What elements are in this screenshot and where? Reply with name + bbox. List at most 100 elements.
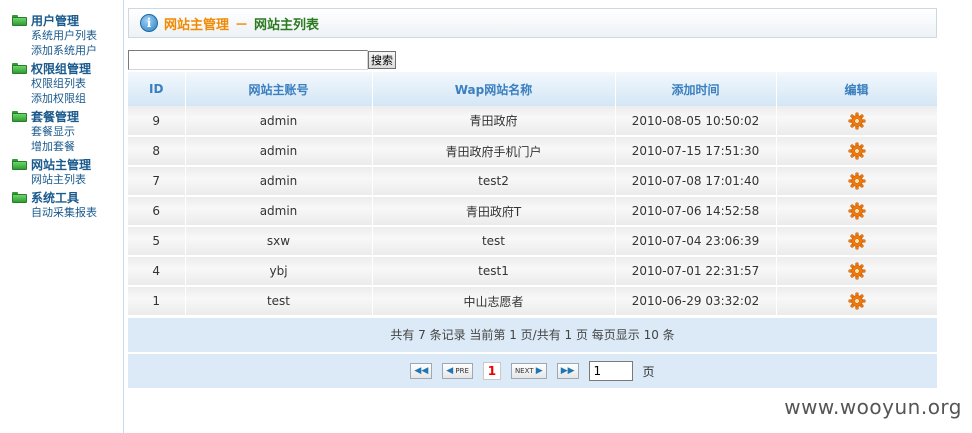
cell-site: 青田政府 [372, 106, 616, 137]
sidebar-item-user-list[interactable]: 系统用户列表 [12, 28, 123, 43]
cell-site: test1 [372, 256, 616, 287]
cell-edit [776, 226, 938, 257]
pagination: ◀◀ ◀ PRE 1 NEXT ▶ ▶▶ 页 [128, 354, 937, 388]
sidebar-group-header[interactable]: 网站主管理 [12, 156, 123, 172]
page-unit-label: 页 [642, 364, 655, 379]
cell-time: 2010-08-05 10:50:02 [615, 106, 777, 137]
watermark: www.wooyun.org [784, 395, 962, 419]
next-label: NEXT [514, 367, 534, 375]
title-bar: i 网站主管理 － 网站主列表 [128, 8, 937, 38]
table-row: 5 sxw test 2010-07-04 23:06:39 [128, 226, 938, 257]
prev-label: PRE [455, 367, 469, 375]
folder-icon [12, 158, 27, 170]
sidebar-group-header[interactable]: 权限组管理 [12, 60, 123, 76]
sidebar-group-title: 权限组管理 [31, 61, 92, 76]
cell-account: ybj [185, 256, 373, 287]
cell-account: test [185, 286, 373, 317]
sidebar-item-add-package[interactable]: 增加套餐 [12, 139, 123, 154]
cell-edit [776, 136, 938, 167]
gear-icon[interactable] [847, 292, 866, 310]
sidebar-group-title: 网站主管理 [31, 157, 92, 172]
double-left-arrow-icon: ◀◀ [414, 365, 429, 376]
table-row: 8 admin 青田政府手机门户 2010-07-15 17:51:30 [128, 136, 938, 167]
webmaster-table: ID 网站主账号 Wap网站名称 添加时间 编辑 9 admin 青田政府 2010-… [128, 72, 938, 317]
cell-time: 2010-07-04 23:06:39 [615, 226, 777, 257]
cell-account: sxw [185, 226, 373, 257]
cell-id: 9 [128, 106, 186, 137]
gear-icon[interactable] [847, 172, 866, 190]
left-arrow-icon: ◀ [446, 365, 454, 376]
sidebar-group-title: 系统工具 [31, 190, 80, 205]
table-row: 4 ybj test1 2010-07-01 22:31:57 [128, 256, 938, 287]
cell-site: 中山志愿者 [372, 286, 616, 317]
gear-icon[interactable] [847, 202, 866, 220]
column-header-edit: 编辑 [776, 72, 938, 106]
gear-icon[interactable] [847, 232, 866, 250]
cell-site: test [372, 226, 616, 257]
next-page-button[interactable]: NEXT ▶ [510, 363, 547, 379]
info-icon: i [140, 14, 158, 32]
sidebar-item-add-permission[interactable]: 添加权限组 [12, 91, 123, 106]
cell-edit [776, 166, 938, 197]
table-row: 9 admin 青田政府 2010-08-05 10:50:02 [128, 106, 938, 137]
search-input[interactable] [128, 50, 368, 70]
cell-site: test2 [372, 166, 616, 197]
sidebar-item-webmaster-list[interactable]: 网站主列表 [12, 172, 123, 187]
folder-icon [12, 62, 27, 74]
cell-id: 7 [128, 166, 186, 197]
page-title: 网站主列表 [254, 17, 320, 33]
sidebar-group-header[interactable]: 用户管理 [12, 12, 123, 28]
folder-icon [12, 191, 27, 203]
last-page-button[interactable]: ▶▶ [556, 363, 579, 379]
first-page-button[interactable]: ◀◀ [410, 363, 433, 379]
sidebar-group-user: 用户管理 系统用户列表 添加系统用户 [0, 12, 123, 58]
gear-icon[interactable] [847, 262, 866, 280]
cell-id: 8 [128, 136, 186, 167]
cell-id: 5 [128, 226, 186, 257]
sidebar-group-webmaster: 网站主管理 网站主列表 [0, 156, 123, 187]
folder-icon [12, 14, 27, 26]
gear-icon[interactable] [847, 142, 866, 160]
column-header-account: 网站主账号 [185, 72, 373, 106]
cell-id: 1 [128, 286, 186, 317]
table-row: 1 test 中山志愿者 2010-06-29 03:32:02 [128, 286, 938, 317]
search-bar: 搜索 [128, 50, 937, 70]
sidebar-item-auto-report[interactable]: 自动采集报表 [12, 205, 123, 220]
search-button[interactable]: 搜索 [368, 51, 396, 69]
prev-page-button[interactable]: ◀ PRE [442, 363, 473, 379]
current-page-number[interactable]: 1 [482, 362, 501, 380]
cell-id: 6 [128, 196, 186, 227]
record-summary: 共有 7 条记录 当前第 1 页/共有 1 页 每页显示 10 条 [128, 318, 937, 352]
cell-time: 2010-07-01 22:31:57 [615, 256, 777, 287]
page-jump-input[interactable] [588, 361, 633, 381]
sidebar-group-title: 用户管理 [31, 13, 80, 28]
cell-account: admin [185, 166, 373, 197]
sidebar-item-permission-list[interactable]: 权限组列表 [12, 76, 123, 91]
cell-site: 青田政府T [372, 196, 616, 227]
column-header-time: 添加时间 [615, 72, 777, 106]
cell-edit [776, 106, 938, 137]
sidebar-group-tools: 系统工具 自动采集报表 [0, 189, 123, 220]
cell-id: 4 [128, 256, 186, 287]
sidebar-item-package-show[interactable]: 套餐显示 [12, 124, 123, 139]
column-header-site: Wap网站名称 [372, 72, 616, 106]
sidebar-item-add-user[interactable]: 添加系统用户 [12, 43, 123, 58]
sidebar-group-title: 套餐管理 [31, 109, 80, 124]
right-arrow-icon: ▶ [535, 365, 543, 376]
cell-edit [776, 256, 938, 287]
table-body: 9 admin 青田政府 2010-08-05 10:50:02 8 admin 青田政府手… [128, 106, 938, 317]
gear-icon[interactable] [847, 111, 866, 130]
column-header-id: ID [128, 72, 186, 106]
main-content: i 网站主管理 － 网站主列表 搜索 ID 网站主账号 Wap网站名称 添加时间… [128, 8, 938, 388]
cell-account: admin [185, 196, 373, 227]
double-right-arrow-icon: ▶▶ [560, 365, 575, 376]
cell-account: admin [185, 106, 373, 137]
cell-time: 2010-06-29 03:32:02 [615, 286, 777, 317]
table-row: 7 admin test2 2010-07-08 17:01:40 [128, 166, 938, 197]
folder-icon [12, 110, 27, 122]
cell-account: admin [185, 136, 373, 167]
sidebar-group-header[interactable]: 套餐管理 [12, 108, 123, 124]
cell-time: 2010-07-06 14:52:58 [615, 196, 777, 227]
sidebar-group-header[interactable]: 系统工具 [12, 189, 123, 205]
table-row: 6 admin 青田政府T 2010-07-06 14:52:58 [128, 196, 938, 227]
